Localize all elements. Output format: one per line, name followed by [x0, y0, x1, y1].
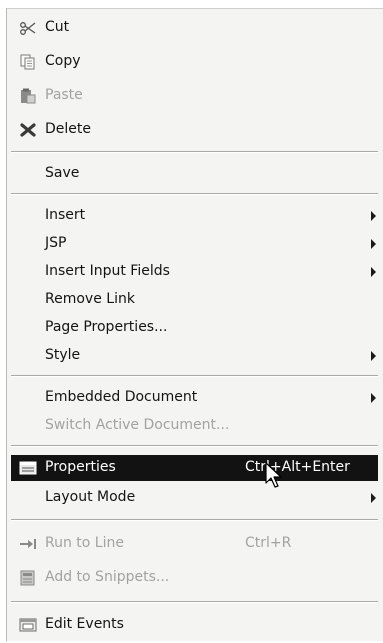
arrow-right-icon [19, 536, 37, 552]
mouse-pointer-icon [265, 462, 285, 494]
delete-icon [19, 122, 37, 138]
menu-item-copy[interactable]: Copy [7, 49, 378, 75]
submenu-arrow-icon [371, 393, 376, 403]
menu-separator [11, 445, 378, 447]
menu-item-label: Insert Input Fields [45, 263, 170, 279]
menu-item-label: Edit Events [45, 616, 124, 632]
paste-icon [19, 88, 37, 104]
submenu-arrow-icon [371, 211, 376, 221]
menu-item-label: Properties [45, 459, 116, 475]
menu-item-edit-events[interactable]: Edit Events [7, 612, 378, 638]
menu-item-label: Remove Link [45, 291, 135, 307]
menu-item-switch-active-document[interactable]: Switch Active Document... [7, 413, 378, 439]
context-menu: Cut Copy Paste Delete Save Insert JSP In… [6, 8, 383, 641]
menu-item-cut[interactable]: Cut [7, 15, 378, 41]
menu-separator [11, 519, 378, 521]
submenu-arrow-icon [371, 267, 376, 277]
menu-item-label: Copy [45, 53, 81, 69]
menu-separator [11, 375, 378, 377]
menu-item-label: Layout Mode [45, 489, 136, 505]
menu-item-label: Save [45, 165, 80, 181]
menu-item-label: JSP [45, 235, 67, 251]
scissors-icon [19, 20, 37, 36]
menu-item-label: Embedded Document [45, 389, 198, 405]
menu-item-delete[interactable]: Delete [7, 117, 378, 143]
submenu-arrow-icon [371, 239, 376, 249]
menu-item-add-to-snippets[interactable]: Add to Snippets... [7, 565, 378, 591]
menu-item-label: Delete [45, 121, 91, 137]
menu-item-label: Switch Active Document... [45, 417, 230, 433]
menu-item-label: Run to Line [45, 535, 124, 551]
snippets-icon [19, 570, 37, 586]
properties-icon [19, 460, 37, 476]
copy-icon [19, 54, 37, 70]
menu-item-label: Insert [45, 207, 86, 223]
submenu-arrow-icon [371, 493, 376, 503]
menu-item-run-to-line[interactable]: Run to Line Ctrl+R [7, 531, 378, 557]
menu-item-save[interactable]: Save [7, 161, 378, 187]
menu-item-label: Add to Snippets... [45, 569, 170, 585]
menu-item-insert-input-fields[interactable]: Insert Input Fields [7, 259, 378, 285]
menu-item-label: Paste [45, 87, 83, 103]
menu-item-style[interactable]: Style [7, 343, 378, 369]
menu-item-remove-link[interactable]: Remove Link [7, 287, 378, 313]
menu-item-embedded-document[interactable]: Embedded Document [7, 385, 378, 411]
menu-item-label: Page Properties... [45, 319, 168, 335]
menu-item-page-properties[interactable]: Page Properties... [7, 315, 378, 341]
menu-separator [11, 601, 378, 603]
menu-item-insert[interactable]: Insert [7, 203, 378, 229]
events-icon [19, 617, 37, 633]
submenu-arrow-icon [371, 351, 376, 361]
menu-item-layout-mode[interactable]: Layout Mode [7, 485, 378, 511]
menu-separator [11, 193, 378, 195]
menu-item-label: Style [45, 347, 81, 363]
menu-item-label: Cut [45, 19, 70, 35]
menu-item-jsp[interactable]: JSP [7, 231, 378, 257]
shortcut-label: Ctrl+Alt+Enter [245, 459, 350, 475]
menu-item-paste[interactable]: Paste [7, 83, 378, 109]
menu-separator [11, 151, 378, 153]
shortcut-label: Ctrl+R [245, 535, 292, 551]
menu-item-properties[interactable]: Properties Ctrl+Alt+Enter [11, 455, 378, 481]
